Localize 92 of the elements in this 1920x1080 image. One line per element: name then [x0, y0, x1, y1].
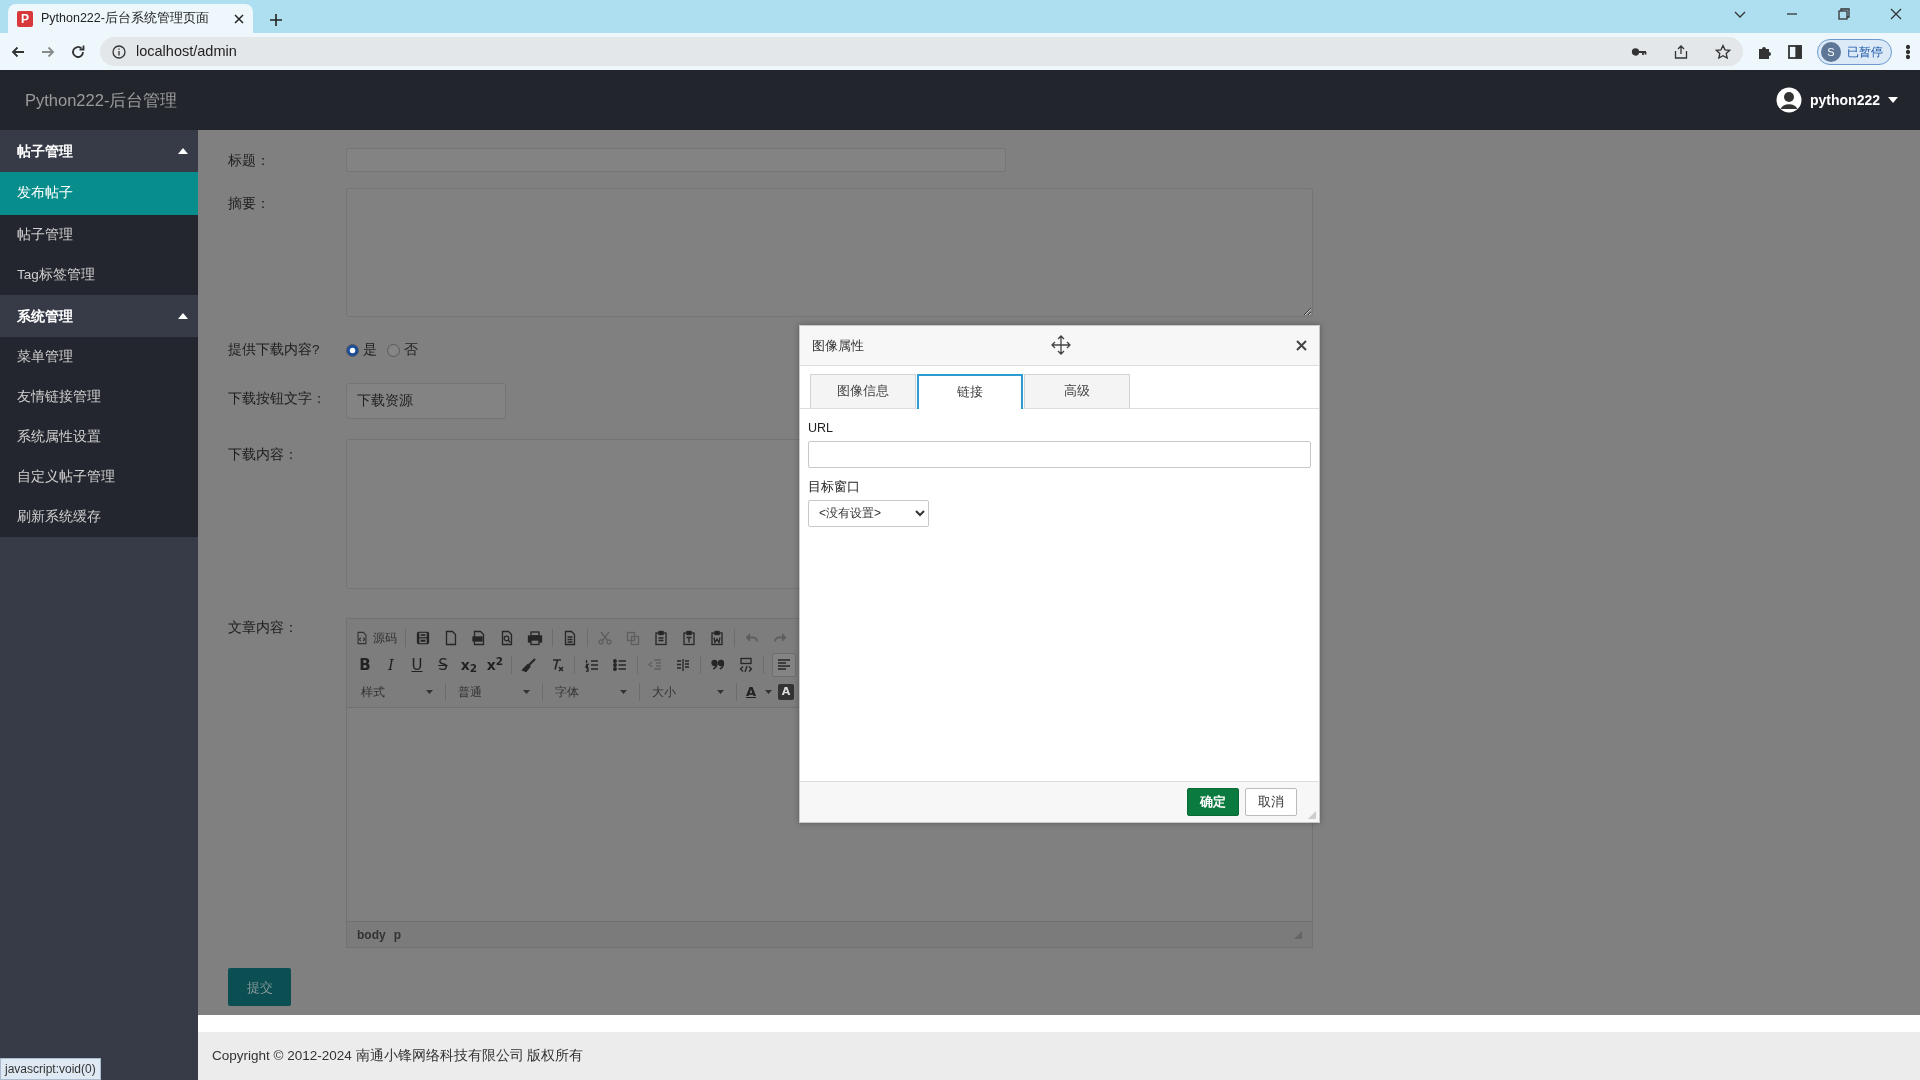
confirm-button[interactable]: 确定 [1187, 788, 1239, 816]
sidebar-item[interactable]: Tag标签管理 [0, 255, 198, 295]
radio-label: 是 [363, 341, 377, 359]
sidebar-item[interactable]: 自定义帖子管理 [0, 457, 198, 497]
format-dropdown[interactable]: 样式 [355, 680, 439, 703]
url-text: localhost/admin [136, 41, 238, 61]
superscript-button[interactable]: x$^{2}$ [485, 652, 505, 677]
avatar-icon [1776, 87, 1802, 113]
clipboard-icon[interactable] [653, 629, 669, 646]
restore-icon[interactable] [1838, 8, 1850, 20]
field-label: 标题： [228, 152, 271, 170]
field-label: 提供下载内容? [228, 341, 321, 359]
source-icon [355, 630, 369, 645]
italic-button[interactable]: I [381, 652, 401, 677]
code-block-icon[interactable] [738, 656, 754, 673]
tab-title: Python222-后台系统管理页面 [41, 10, 210, 28]
sidebar-item[interactable]: 刷新系统缓存 [0, 497, 198, 537]
copyright-text: Copyright © 2012-2024 南通小锋网络科技有限公司 版权所有 [212, 1046, 584, 1065]
radio-label: 否 [404, 341, 418, 359]
field-label: URL [808, 420, 834, 437]
bold-button[interactable]: B [355, 652, 375, 677]
dialog-title: 图像属性 [812, 336, 864, 355]
browser-tab[interactable]: P Python222-后台系统管理页面 [8, 4, 253, 33]
favicon: P [17, 10, 33, 27]
sidebar-item[interactable]: 系统属性设置 [0, 417, 198, 457]
text-field[interactable]: 下载资源 [346, 383, 506, 420]
strikethrough-button[interactable]: S [433, 652, 453, 677]
format-dropdown[interactable]: 字体 [549, 680, 633, 703]
address-bar[interactable]: localhost/admin [100, 37, 1743, 66]
align-left-icon[interactable] [772, 652, 796, 677]
background-color-button[interactable]: A [778, 683, 794, 700]
plus-icon[interactable] [269, 13, 283, 27]
underline-button[interactable]: U [407, 652, 427, 677]
profile-avatar: S [1821, 41, 1841, 62]
target-select[interactable]: <没有设置> [808, 499, 929, 527]
sidebar-item[interactable]: 菜单管理 [0, 337, 198, 377]
submit-button[interactable]: 提交 [228, 968, 291, 1007]
close-icon[interactable] [234, 13, 244, 24]
brand-title[interactable]: Python222-后台管理 [25, 87, 178, 113]
source-button[interactable]: 源码 [355, 628, 397, 647]
star-icon[interactable] [1715, 43, 1731, 60]
url-field[interactable] [808, 440, 1311, 468]
field-label: 摘要： [228, 195, 271, 213]
profile-button[interactable]: S 已暂停 [1817, 38, 1892, 65]
share-icon[interactable] [1673, 43, 1689, 60]
caret-down-icon [717, 689, 724, 694]
clipboard-icon[interactable] [709, 629, 725, 646]
sidebar-item[interactable]: 发布帖子 [0, 172, 198, 215]
bulleted-list-icon[interactable] [612, 656, 628, 673]
printer-icon[interactable] [527, 629, 543, 646]
field-label: 下载内容： [228, 446, 299, 465]
file-icon[interactable] [471, 629, 487, 646]
caret-down-icon [426, 689, 433, 694]
caret-down-icon [620, 689, 627, 694]
dropdown-text: 大小 [652, 683, 676, 701]
dialog-tab[interactable]: 图像信息 [810, 374, 916, 408]
radio-button[interactable] [387, 343, 400, 357]
close-icon[interactable] [1296, 340, 1307, 351]
paintbrush-icon[interactable] [521, 656, 537, 673]
dropdown-text: 样式 [361, 683, 385, 701]
sidebar-item[interactable]: 友情链接管理 [0, 377, 198, 417]
caret-down-icon[interactable] [1888, 97, 1898, 103]
field-label: 目标窗口 [808, 478, 861, 496]
caret-down-icon [765, 689, 772, 694]
info-icon[interactable] [112, 44, 126, 59]
kebab-menu-icon[interactable] [1906, 43, 1910, 60]
format-dropdown[interactable]: 大小 [646, 680, 730, 703]
user-menu[interactable]: python222 [1776, 87, 1898, 113]
sidebar-item[interactable]: 帖子管理 [0, 215, 198, 255]
move-icon[interactable] [1051, 335, 1071, 355]
close-icon[interactable] [1890, 8, 1902, 20]
blank-page-icon[interactable] [443, 629, 459, 646]
document-icon[interactable] [562, 629, 578, 646]
resize-grip-icon[interactable] [1308, 811, 1316, 819]
indent-icon[interactable] [675, 656, 691, 673]
reload-icon[interactable] [70, 43, 86, 60]
dropdown-text: 字体 [555, 683, 579, 701]
clipboard-icon[interactable] [681, 629, 697, 646]
caret-down-icon [523, 689, 530, 694]
dropdown-text: 普通 [458, 683, 482, 701]
cancel-button[interactable]: 取消 [1245, 788, 1297, 816]
format-dropdown[interactable]: 普通 [452, 680, 536, 703]
dialog-tab[interactable]: 高级 [1024, 374, 1130, 408]
field-label: 文章内容： [228, 619, 299, 638]
subscript-button[interactable]: x$_{2}$ [459, 652, 479, 677]
dialog-tab[interactable]: 链接 [917, 374, 1023, 409]
text-color-button[interactable]: A [743, 679, 759, 704]
radio-button[interactable] [346, 343, 359, 357]
sidebar-icon[interactable] [1787, 43, 1803, 60]
page-magnifier-icon[interactable] [499, 629, 515, 646]
field-label: 下载按钮文字： [228, 390, 327, 409]
status-link-tooltip: javascript:void(0) [0, 1058, 101, 1080]
